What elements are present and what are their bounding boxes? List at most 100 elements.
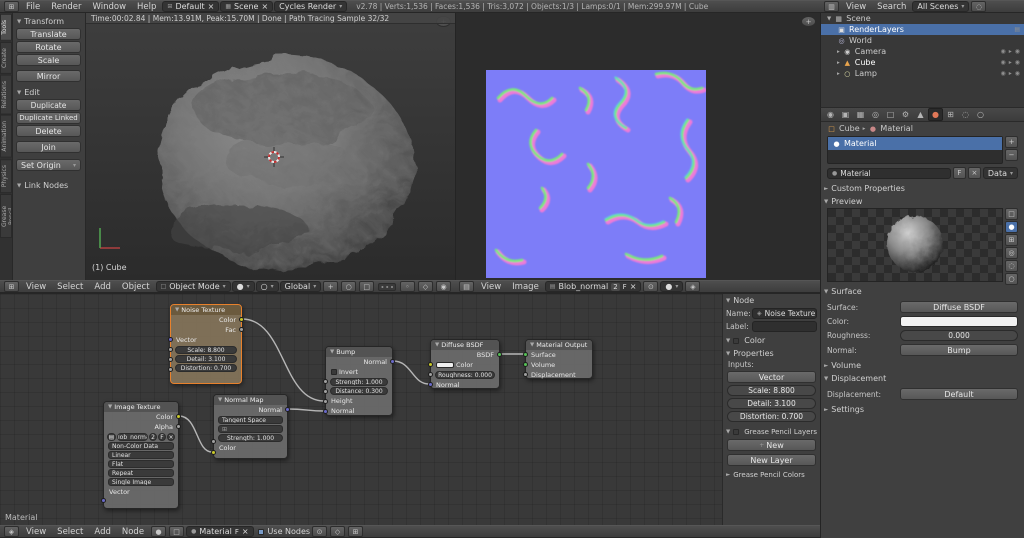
rotate-button[interactable]: Rotate: [16, 41, 81, 53]
shader-type-icon[interactable]: ●: [151, 526, 167, 537]
unlink-icon[interactable]: ×: [630, 282, 637, 291]
space-dropdown[interactable]: Tangent Space: [218, 416, 283, 424]
unlink-icon[interactable]: ×: [967, 167, 981, 179]
distortion-field[interactable]: Distortion: 0.700: [175, 364, 237, 372]
collapse-icon[interactable]: ▼: [108, 404, 112, 410]
gp-layers-panel-header[interactable]: ▼ Grease Pencil Layers: [723, 426, 820, 438]
eye-icon[interactable]: ◉: [1000, 48, 1005, 55]
material-slot-list[interactable]: ● Material: [827, 136, 1003, 164]
outliner-item-world[interactable]: ◎ World: [821, 35, 1024, 46]
preview-panel-header[interactable]: ▼ Preview: [821, 195, 1024, 208]
distortion-input-socket[interactable]: [168, 367, 173, 372]
screen-layout-dropdown[interactable]: ⊞ Default ×: [162, 1, 220, 12]
use-nodes-checkbox[interactable]: Use Nodes: [257, 527, 310, 536]
join-button[interactable]: Join: [16, 141, 81, 153]
expand-icon[interactable]: ▸: [837, 60, 840, 66]
unlink-icon[interactable]: ×: [167, 433, 175, 441]
noise-texture-node[interactable]: ▼ Noise Texture Color Fac Vector Scale: 8…: [168, 304, 244, 384]
info-editor-icon[interactable]: ⊞: [4, 1, 19, 12]
alpha-output-socket[interactable]: [176, 424, 181, 429]
surface-input-socket[interactable]: [523, 352, 528, 357]
tab-animation[interactable]: Animation: [0, 115, 12, 158]
menu-file[interactable]: File: [21, 2, 45, 12]
color-output-socket[interactable]: [239, 317, 244, 322]
render-toggle-icon[interactable]: ◉: [1015, 70, 1020, 77]
tab-render-layers[interactable]: ▣: [838, 108, 853, 121]
menu-render[interactable]: Render: [46, 2, 86, 12]
volume-panel-header[interactable]: ► Volume: [821, 359, 1024, 372]
eye-icon[interactable]: ◉: [1000, 59, 1005, 66]
edit-pencil-icon[interactable]: ◈: [685, 281, 701, 292]
node-label-field[interactable]: [752, 321, 817, 332]
translate-button[interactable]: Translate: [16, 28, 81, 40]
tab-create[interactable]: Create: [0, 41, 12, 74]
color-input-socket[interactable]: [428, 362, 433, 367]
viewport-3d[interactable]: (1) Cube + Time:00:02.84 | Mem:13.91M, P…: [86, 13, 455, 280]
preview-monkey-button[interactable]: ◎: [1005, 247, 1018, 259]
fake-user-button[interactable]: F: [952, 167, 966, 179]
tab-physics[interactable]: ○: [973, 108, 988, 121]
color-swatch[interactable]: [900, 316, 1018, 327]
projection-dropdown[interactable]: Flat: [108, 460, 174, 468]
preview-cube-button[interactable]: ⊞: [1005, 234, 1018, 246]
edit-panel-header[interactable]: ▼ Edit: [14, 86, 83, 99]
breadcrumb-object[interactable]: Cube: [839, 124, 860, 133]
normal-map-node[interactable]: ▼ Normal Map Normal Tangent Space ⊞ Stren…: [211, 394, 290, 459]
orientation-dropdown[interactable]: Global ▾: [279, 281, 322, 292]
material-datablock-field[interactable]: ● Material: [827, 167, 951, 179]
extension-dropdown[interactable]: Repeat: [108, 469, 174, 477]
menu-window[interactable]: Window: [88, 2, 132, 12]
tab-physics[interactable]: Physics: [0, 158, 12, 194]
fake-user-button[interactable]: F: [158, 433, 166, 441]
manipulator-rotate-icon[interactable]: ○: [341, 281, 357, 292]
outliner-item-lamp[interactable]: ▸ ○ Lamp ◉ ▸ ◉: [821, 68, 1024, 79]
render-engine-dropdown[interactable]: Cycles Render ▾: [274, 1, 348, 12]
height-input-socket[interactable]: [323, 399, 328, 404]
render-toggle-icon[interactable]: ◉: [1015, 48, 1020, 55]
manipulator-translate-icon[interactable]: +: [323, 281, 339, 292]
strength-field[interactable]: Strength: 1.000: [330, 378, 388, 386]
mirror-button[interactable]: Mirror: [16, 70, 81, 82]
region-expand-icon[interactable]: +: [801, 16, 816, 27]
scene-dropdown[interactable]: ▦ Scene ×: [220, 1, 274, 12]
fac-output-socket[interactable]: [239, 327, 244, 332]
settings-panel-header[interactable]: ► Settings: [821, 403, 1024, 416]
normal-output-socket[interactable]: [285, 407, 290, 412]
expand-icon[interactable]: ▸: [837, 49, 840, 55]
scale-field[interactable]: Scale: 8.800: [727, 385, 816, 396]
node-menu-select[interactable]: Select: [52, 527, 88, 537]
gp-new-button[interactable]: + New: [727, 439, 816, 451]
strength-field[interactable]: Strength: 1.000: [218, 434, 283, 442]
outliner-item-renderlayers[interactable]: ▣ RenderLayers ▤: [821, 24, 1024, 35]
detail-field[interactable]: Detail: 3.100: [727, 398, 816, 409]
displacement-panel-header[interactable]: ▼ Displacement: [821, 372, 1024, 385]
fake-user-button[interactable]: F: [235, 528, 239, 536]
image-datablock[interactable]: ▤ Blob_normal 2 F ×: [544, 281, 642, 292]
search-icon[interactable]: ◌: [971, 1, 987, 12]
distortion-field[interactable]: Distortion: 0.700: [727, 411, 816, 422]
vector-input-socket[interactable]: [101, 498, 106, 503]
viewport-editor-icon[interactable]: ⊞: [4, 281, 19, 292]
display-channels-dropdown[interactable]: ● ▾: [660, 281, 684, 292]
collapse-icon[interactable]: ▼: [218, 397, 222, 403]
select-icon[interactable]: ▸: [1009, 48, 1012, 55]
transform-panel-header[interactable]: ▼ Transform: [14, 15, 83, 28]
tab-relations[interactable]: Relations: [0, 74, 12, 115]
preview-flat-button[interactable]: □: [1005, 208, 1018, 220]
node-editor-icon[interactable]: ◈: [4, 526, 19, 537]
tab-particles[interactable]: ◌: [958, 108, 973, 121]
source-dropdown[interactable]: Single Image: [108, 478, 174, 486]
normal-input-button[interactable]: Bump: [900, 344, 1018, 356]
roughness-field[interactable]: 0.000: [900, 330, 1018, 341]
scale-field[interactable]: Scale: 8.800: [175, 346, 237, 354]
shading-dropdown[interactable]: ● ▾: [231, 281, 255, 292]
node-menu-view[interactable]: View: [21, 527, 51, 537]
normal-input-socket[interactable]: [428, 382, 433, 387]
collapse-icon[interactable]: ▼: [530, 342, 534, 348]
tab-render[interactable]: ◉: [823, 108, 838, 121]
viewport-menu-object[interactable]: Object: [117, 282, 155, 292]
node-editor[interactable]: ▼ Noise Texture Color Fac Vector Scale: 8…: [0, 293, 820, 525]
menu-help[interactable]: Help: [132, 2, 161, 12]
strength-input-socket[interactable]: [211, 439, 216, 444]
outliner-menu-view[interactable]: View: [841, 2, 871, 12]
